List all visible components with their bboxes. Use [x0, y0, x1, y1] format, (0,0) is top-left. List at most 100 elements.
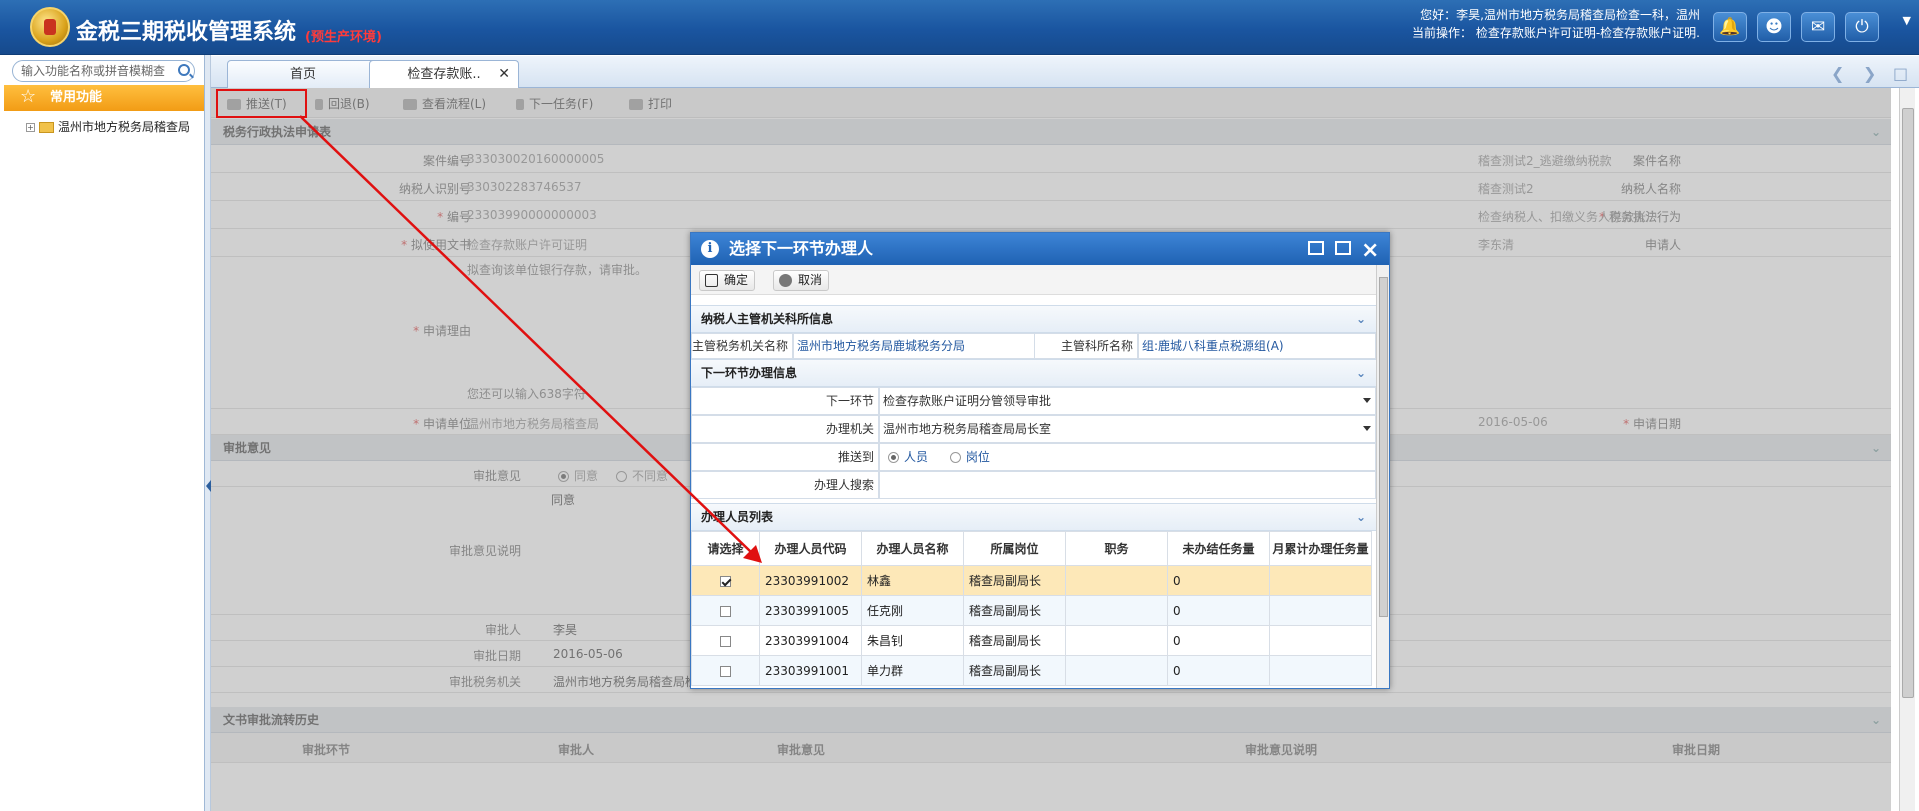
- common-functions-header[interactable]: ☆ 常用功能: [4, 85, 204, 111]
- select-handler-dialog: i 选择下一环节办理人 × 确定 取消 纳税人主管机关科所信息 ⌄ 主管税务机关名…: [690, 232, 1390, 689]
- chevron-down-icon[interactable]: ⌄: [1356, 306, 1366, 332]
- close-icon[interactable]: ✕: [498, 61, 510, 88]
- tax-emblem-logo: [30, 7, 70, 47]
- window-icon[interactable]: □: [1893, 64, 1908, 83]
- handler-search-input[interactable]: [879, 471, 1376, 499]
- tab-home[interactable]: 首页: [227, 60, 379, 88]
- search-icon[interactable]: [178, 64, 190, 76]
- power-icon[interactable]: ⏻: [1845, 12, 1879, 42]
- table-row[interactable]: 23303991001 单力群 稽查局副局长 0: [691, 655, 1372, 686]
- tab-home-label: 首页: [289, 67, 316, 82]
- pending-cell: 0: [1167, 595, 1270, 626]
- chevron-right-icon[interactable]: ❯: [1863, 64, 1876, 83]
- expand-icon[interactable]: +: [26, 123, 35, 132]
- next-step-value: 检查存款账户证明分管领导审批: [883, 394, 1052, 408]
- cancel-button[interactable]: 取消: [773, 270, 830, 291]
- row-checkbox-cell[interactable]: [691, 565, 760, 596]
- bell-icon[interactable]: 🔔: [1713, 12, 1747, 42]
- push-to-label: 推送到: [691, 443, 879, 471]
- checkbox[interactable]: [720, 635, 731, 647]
- col-header: 职务: [1065, 531, 1168, 566]
- chevron-down-icon[interactable]: ⌄: [1356, 360, 1366, 386]
- dialog-title: 选择下一环节办理人: [729, 239, 874, 258]
- app-header: 金税三期税收管理系统 (预生产环境) 您好：李昊,温州市地方税务局稽查局检查一科…: [0, 0, 1919, 55]
- tree-item-org[interactable]: + 温州市地方税务局稽查局: [26, 118, 206, 135]
- dialog-scrollbar[interactable]: [1376, 265, 1389, 688]
- taxpayer-org-section: 纳税人主管机关科所信息 ⌄: [691, 305, 1376, 333]
- checkbox[interactable]: [720, 575, 731, 587]
- row-checkbox-cell[interactable]: [691, 595, 760, 626]
- monthly-cell: [1269, 595, 1372, 626]
- radio-icon: [949, 452, 961, 463]
- maximize-icon[interactable]: [1335, 241, 1351, 255]
- handler-grid-wrap: 请选择 办理人员代码 办理人员名称 所属岗位 职务 未办结任务量 月累计办理任务…: [691, 531, 1376, 688]
- col-header: 月累计办理任务量: [1269, 531, 1372, 566]
- handler-search-label: 办理人搜索: [691, 471, 879, 499]
- folder-icon: [39, 122, 54, 133]
- handler-table: 请选择 办理人员代码 办理人员名称 所属岗位 职务 未办结任务量 月累计办理任务…: [691, 531, 1372, 686]
- chevron-down-icon[interactable]: ⌄: [1356, 504, 1366, 530]
- dropdown-arrow-icon[interactable]: [1363, 398, 1371, 403]
- checkbox[interactable]: [720, 605, 731, 617]
- tab-check-deposit[interactable]: 检查存款账.. ✕: [369, 60, 519, 89]
- dialog-titlebar[interactable]: i 选择下一环节办理人 ×: [691, 233, 1389, 265]
- cancel-icon: [779, 274, 792, 287]
- push-post-radio[interactable]: 岗位: [949, 450, 990, 464]
- confirm-button[interactable]: 确定: [699, 270, 756, 291]
- post-cell: 稽查局副局长: [963, 625, 1066, 656]
- restore-icon[interactable]: [1308, 241, 1324, 255]
- dept-label: 主管科所名称: [1034, 333, 1138, 359]
- monthly-cell: [1269, 565, 1372, 596]
- push-person-radio[interactable]: 人员: [888, 450, 928, 464]
- scrollbar-thumb[interactable]: [1379, 277, 1388, 617]
- handler-org-value: 温州市地方税务局稽查局局长室: [883, 422, 1052, 436]
- col-header: 办理人员名称: [861, 531, 964, 566]
- name-cell: 单力群: [861, 655, 964, 686]
- section-title: 纳税人主管机关科所信息: [701, 312, 834, 326]
- post-cell: 稽查局副局长: [963, 565, 1066, 596]
- function-search-input[interactable]: 输入功能名称或拼音模糊查: [12, 60, 195, 82]
- monthly-cell: [1269, 655, 1372, 686]
- section-title: 下一环节办理信息: [701, 366, 798, 380]
- title-cell: [1065, 565, 1168, 596]
- table-row[interactable]: 23303991004 朱昌钊 稽查局副局长 0: [691, 625, 1372, 656]
- section-title: 办理人员列表: [701, 510, 774, 524]
- handler-org-label: 办理机关: [691, 415, 879, 443]
- dropdown-arrow-icon[interactable]: [1363, 426, 1371, 431]
- dialog-toolbar: 确定 取消: [691, 265, 1376, 295]
- highlight-box: [216, 89, 307, 118]
- name-cell: 林鑫: [861, 565, 964, 596]
- table-row[interactable]: 23303991002 林鑫 稽查局副局长 0: [691, 565, 1372, 596]
- page: 金税三期税收管理系统 (预生产环境) 您好：李昊,温州市地方税务局稽查局检查一科…: [0, 0, 1919, 811]
- scrollbar-thumb[interactable]: [1902, 108, 1914, 698]
- current-operation: 当前操作： 检查存款账户许可证明-检查存款账户证明.: [1412, 26, 1700, 40]
- code-cell: 23303991001: [759, 655, 862, 686]
- page-scrollbar[interactable]: [1899, 88, 1915, 811]
- cancel-label: 取消: [798, 273, 823, 287]
- chat-icon[interactable]: ✉: [1801, 12, 1835, 42]
- tab-bar: 首页 检查存款账.. ✕ ❮ ❯ □: [211, 56, 1919, 89]
- handler-org-select[interactable]: 温州市地方税务局稽查局局长室: [879, 415, 1376, 443]
- pending-cell: 0: [1167, 625, 1270, 656]
- pending-cell: 0: [1167, 565, 1270, 596]
- next-step-section: 下一环节办理信息 ⌄: [691, 359, 1376, 387]
- users-icon[interactable]: ☻: [1757, 12, 1791, 42]
- chevron-down-icon[interactable]: ▼: [1903, 14, 1911, 27]
- chevron-left-icon[interactable]: ❮: [1831, 64, 1844, 83]
- name-cell: 任克刚: [861, 595, 964, 626]
- dialog-body: 确定 取消 纳税人主管机关科所信息 ⌄ 主管税务机关名称 温州市地方税务局鹿城税务…: [691, 265, 1376, 688]
- close-icon[interactable]: ×: [1361, 235, 1379, 267]
- dept-value: 组:鹿城八科重点税源组(A): [1138, 333, 1376, 359]
- row-checkbox-cell[interactable]: [691, 625, 760, 656]
- code-cell: 23303991005: [759, 595, 862, 626]
- row-checkbox-cell[interactable]: [691, 655, 760, 686]
- checkbox[interactable]: [720, 665, 731, 677]
- tab-active-label: 检查存款账..: [407, 67, 481, 82]
- title-cell: [1065, 625, 1168, 656]
- table-header-row: 请选择 办理人员代码 办理人员名称 所属岗位 职务 未办结任务量 月累计办理任务…: [691, 531, 1372, 566]
- col-header: 办理人员代码: [759, 531, 862, 566]
- user-greeting: 您好：李昊,温州市地方税务局稽查局检查一科，温州: [1420, 8, 1700, 22]
- col-header: 未办结任务量: [1167, 531, 1270, 566]
- table-row[interactable]: 23303991005 任克刚 稽查局副局长 0: [691, 595, 1372, 626]
- next-step-select[interactable]: 检查存款账户证明分管领导审批: [879, 387, 1376, 415]
